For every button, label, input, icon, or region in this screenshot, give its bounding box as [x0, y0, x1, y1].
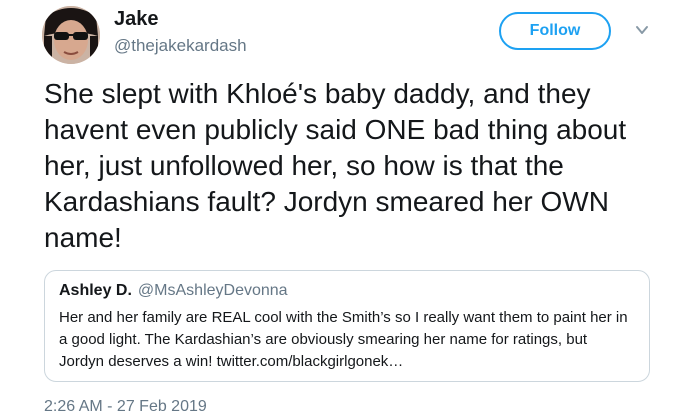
quoted-author-handle: @MsAshleyDevonna	[137, 282, 288, 299]
user-avatar-sunglasses-icon	[42, 6, 100, 64]
follow-button[interactable]: Follow	[499, 12, 611, 50]
quoted-author-name: Ashley D.	[59, 282, 132, 299]
quoted-tweet-text: Her and her family are REAL cool with th…	[59, 309, 628, 370]
tweet-text: She slept with Khloé's baby daddy, and t…	[44, 78, 627, 253]
chevron-down-icon[interactable]	[634, 22, 650, 38]
quoted-tweet-header: Ashley D. @MsAshleyDevonna	[59, 281, 635, 301]
author-handle[interactable]: @thejakekardash	[114, 36, 247, 56]
tweet-timestamp[interactable]: 2:26 AM - 27 Feb 2019	[44, 398, 207, 416]
author-name[interactable]: Jake	[114, 8, 159, 31]
quoted-tweet[interactable]: Ashley D. @MsAshleyDevonna Her and her fa…	[44, 270, 650, 382]
author-avatar[interactable]	[42, 6, 100, 64]
tweet-card: Jake @thejakekardash Follow She slept wi…	[0, 0, 700, 419]
